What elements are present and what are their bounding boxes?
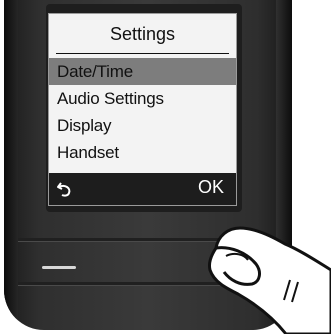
menu-item-display[interactable]: Display	[49, 112, 236, 139]
menu-item-audio-settings[interactable]: Audio Settings	[49, 85, 236, 112]
menu-item-date-time[interactable]: Date/Time	[49, 58, 236, 85]
menu-title: Settings	[109, 24, 176, 44]
ok-softkey[interactable]: OK	[198, 177, 224, 198]
title-divider	[56, 53, 229, 54]
menu-item-handset[interactable]: Handset	[49, 139, 236, 166]
settings-menu: Date/Time Audio Settings Display Handset	[49, 58, 236, 166]
back-arrow-icon[interactable]	[56, 180, 74, 198]
left-softkey[interactable]	[42, 266, 76, 269]
softkey-bar: OK	[49, 173, 236, 205]
display-screen: Settings Date/Time Audio Settings Displa…	[48, 13, 237, 206]
pointing-finger-icon	[208, 226, 331, 334]
handset-illustration: Settings Date/Time Audio Settings Displa…	[0, 0, 331, 334]
